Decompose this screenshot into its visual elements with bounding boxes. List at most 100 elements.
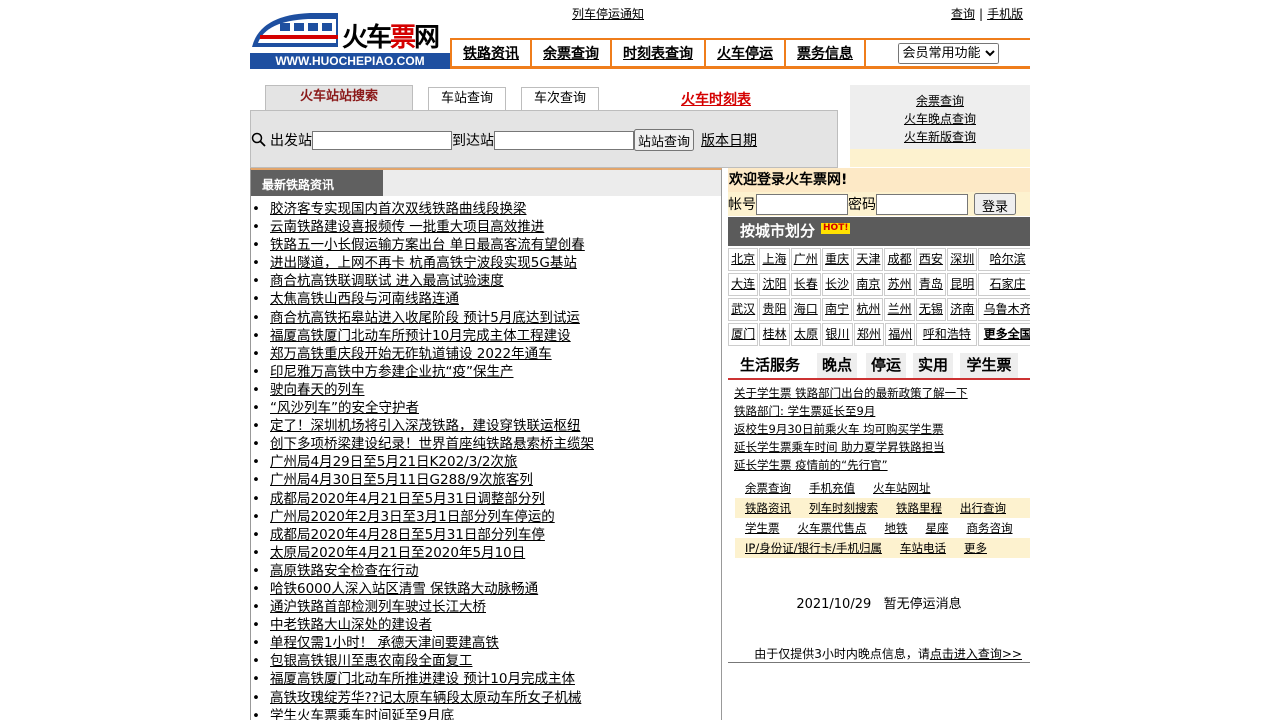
city-link[interactable]: 南宁 <box>821 298 853 321</box>
from-station-input[interactable] <box>312 130 452 150</box>
nav-train-stop[interactable]: 火车停运 <box>704 40 784 66</box>
service-link[interactable]: 出行查询 <box>960 501 1006 515</box>
city-link[interactable]: 贵阳 <box>759 298 790 321</box>
tab-station-query[interactable]: 车站查询 <box>428 87 506 110</box>
news-item-link[interactable]: 广州局4月29日至5月21日K202/3/2次旅 <box>270 454 517 470</box>
city-link[interactable]: 青岛 <box>915 273 947 296</box>
news-item-link[interactable]: 高铁玫瑰绽芳华??记太原车辆段太原动车所女子机械 <box>270 690 581 706</box>
tab-life-services[interactable]: 生活服务 <box>734 353 806 378</box>
city-link[interactable]: 重庆 <box>821 248 853 271</box>
news-item-link[interactable]: 成都局2020年4月21日至5月31日调整部分列 <box>270 491 545 507</box>
service-link[interactable]: 商务咨询 <box>967 521 1013 535</box>
version-date-link[interactable]: 版本日期 <box>701 130 757 150</box>
top-link-mobile[interactable]: 手机版 <box>987 7 1023 21</box>
city-link[interactable]: 西安 <box>915 248 947 271</box>
news-item-link[interactable]: 定了！深圳机场将引入深茂铁路，建设穿铁联运枢纽 <box>270 418 581 434</box>
city-link[interactable]: 南京 <box>853 273 884 296</box>
service-link[interactable]: 火车站网址 <box>873 481 931 495</box>
service-link[interactable]: 星座 <box>926 521 949 535</box>
city-link[interactable]: 太原 <box>790 323 822 346</box>
city-link[interactable]: 郑州 <box>853 323 885 346</box>
news-item-link[interactable]: 云南铁路建设喜报频传 一批重大项目高效推进 <box>270 219 544 235</box>
password-input[interactable] <box>876 193 968 215</box>
tab-train-query[interactable]: 车次查询 <box>521 87 599 110</box>
news-item-link[interactable]: 太原局2020年4月21日至2020年5月10日 <box>270 545 525 561</box>
news-item-link[interactable]: 福厦高铁厦门北动车所预计10月完成主体工程建设 <box>270 328 571 344</box>
news-item-link[interactable]: 成都局2020年4月28日至5月31日部分列车停 <box>270 527 545 543</box>
nav-ticket-query[interactable]: 余票查询 <box>530 40 610 66</box>
tab-student-ticket[interactable]: 学生票 <box>960 353 1018 378</box>
life-news-item[interactable]: 铁路部门: 学生票延长至9月 <box>734 404 875 418</box>
service-link[interactable]: 铁路资讯 <box>745 501 791 515</box>
news-item-link[interactable]: 商合杭高铁联调联试 进入最高试验速度 <box>270 273 504 289</box>
city-link[interactable]: 广州 <box>790 248 821 271</box>
service-link[interactable]: 手机充值 <box>809 481 855 495</box>
life-news-item[interactable]: 延长学生票乘车时间 助力夏学昇铁路担当 <box>734 440 945 454</box>
nav-ticket-info[interactable]: 票务信息 <box>784 40 864 66</box>
news-item-link[interactable]: 包银高铁银川至惠农南段全面复工 <box>270 653 473 669</box>
quick-link-remaining-tickets[interactable]: 余票查询 <box>850 92 1030 109</box>
news-item-link[interactable]: 中老铁路大山深处的建设者 <box>270 617 432 633</box>
tab-practical[interactable]: 实用 <box>913 353 953 378</box>
city-link[interactable]: 杭州 <box>853 298 884 321</box>
service-link[interactable]: 更多 <box>964 541 987 555</box>
quick-link-delay-query[interactable]: 火车晚点查询 <box>850 110 1030 127</box>
account-input[interactable] <box>756 193 848 215</box>
news-item-link[interactable]: 福厦高铁厦门北动车所推进建设 预计10月完成主体 <box>270 671 575 687</box>
nav-timetable[interactable]: 时刻表查询 <box>610 40 704 66</box>
life-news-item[interactable]: 返校生9月30日前乘火车 均可购买学生票 <box>734 422 944 436</box>
news-item-link[interactable]: 铁路五一小长假运输方案出台 单日最高客流有望创春 <box>270 237 585 253</box>
service-link[interactable]: 火车票代售点 <box>798 521 867 535</box>
quick-link-new-query[interactable]: 火车新版查询 <box>850 128 1030 145</box>
news-item-link[interactable]: 太焦高铁山西段与河南线路连通 <box>270 291 459 307</box>
news-item-link[interactable]: 驶向春天的列车 <box>270 382 365 398</box>
news-item-link[interactable]: 进出隧道，上网不再卡 杭甬高铁宁波段实现5G基站 <box>270 255 577 271</box>
train-timetable-link[interactable]: 火车时刻表 <box>681 89 751 109</box>
news-item-link[interactable]: 广州局2020年2月3日至3月1日部分列车停运的 <box>270 509 555 525</box>
city-link[interactable]: 桂林 <box>759 323 790 346</box>
news-item-link[interactable]: 郑万高铁重庆段开始无砟轨道铺设 2022年通车 <box>270 346 552 362</box>
city-link[interactable]: 大连 <box>728 273 759 296</box>
tab-station-to-station[interactable]: 火车站站搜索 <box>265 85 413 112</box>
city-link[interactable]: 福州 <box>885 323 916 346</box>
news-item-link[interactable]: 广州局4月30日至5月11日G288/9次旅客列 <box>270 472 533 488</box>
city-link[interactable]: 呼和浩特 <box>916 323 978 346</box>
city-link[interactable]: 哈尔滨 <box>978 248 1030 271</box>
delay-query-link[interactable]: 点击进入查询>> <box>930 647 1022 661</box>
news-item-link[interactable]: 印尼雅万高铁中方参建企业抗“疫”保生产 <box>270 364 514 380</box>
station-search-button[interactable]: 站站查询 <box>634 129 695 151</box>
service-link[interactable]: IP/身份证/银行卡/手机归属 <box>745 541 882 555</box>
service-link[interactable]: 余票查询 <box>745 481 791 495</box>
service-link[interactable]: 车站电话 <box>900 541 946 555</box>
city-link[interactable]: 长春 <box>790 273 821 296</box>
city-link[interactable]: 济南 <box>947 298 978 321</box>
train-stop-notice-link[interactable]: 列车停运通知 <box>572 5 644 22</box>
news-item-link[interactable]: 创下多项桥梁建设纪录！世界首座纯铁路悬索桥主缆架 <box>270 436 594 452</box>
news-item-link[interactable]: “风沙列车”的安全守护者 <box>270 400 419 416</box>
service-link[interactable]: 地铁 <box>885 521 908 535</box>
news-item-link[interactable]: 商合杭高铁拓皋站进入收尾阶段 预计5月底达到试运 <box>270 310 580 326</box>
tab-stop[interactable]: 停运 <box>866 353 906 378</box>
city-link[interactable]: 昆明 <box>947 273 978 296</box>
login-button[interactable]: 登录 <box>974 193 1017 215</box>
news-item-link[interactable]: 单程仅需1小时！ 承德天津间要建高铁 <box>270 635 499 651</box>
news-item-link[interactable]: 胶济客专实现国内首次双线铁路曲线段换梁 <box>270 201 527 217</box>
service-link[interactable]: 学生票 <box>745 521 780 535</box>
city-link[interactable]: 沈阳 <box>759 273 790 296</box>
city-link[interactable]: 成都 <box>884 248 915 271</box>
city-link[interactable]: 苏州 <box>884 273 915 296</box>
tab-delay[interactable]: 晚点 <box>817 353 857 378</box>
city-link[interactable]: 长沙 <box>821 273 853 296</box>
city-link[interactable]: 海口 <box>790 298 821 321</box>
city-link[interactable]: 武汉 <box>728 298 759 321</box>
city-link[interactable]: 兰州 <box>884 298 915 321</box>
city-link[interactable]: 无锡 <box>915 298 947 321</box>
city-link[interactable]: 深圳 <box>947 248 978 271</box>
city-link[interactable]: 更多全国 <box>978 323 1030 346</box>
news-item-link[interactable]: 哈铁6000人深入站区清雪 保铁路大动脉畅通 <box>270 581 538 597</box>
life-news-item[interactable]: 关于学生票 铁路部门出台的最新政策了解一下 <box>734 386 968 400</box>
top-link-query[interactable]: 查询 <box>951 7 975 21</box>
to-station-input[interactable] <box>494 130 634 150</box>
city-link[interactable]: 银川 <box>822 323 853 346</box>
service-link[interactable]: 列车时刻搜索 <box>809 501 878 515</box>
